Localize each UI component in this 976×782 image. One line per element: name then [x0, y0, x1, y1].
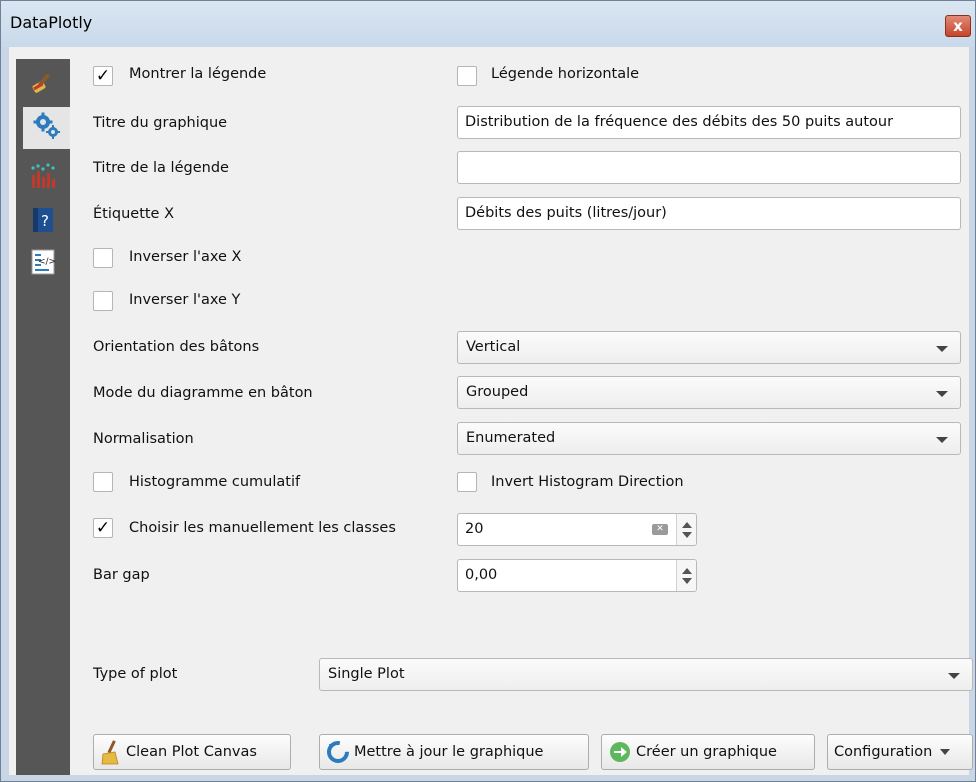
dataplotly-window: DataPlotly x ? </> ✓ Montrer la légende … — [0, 0, 976, 782]
update-plot-label: Mettre à jour le graphique — [354, 744, 544, 760]
style-brush-icon — [30, 69, 56, 99]
sidebar-item-plot[interactable] — [28, 163, 58, 193]
chevron-down-icon — [948, 673, 960, 679]
bar-orientation-value: Vertical — [466, 339, 521, 355]
invert-direction-label: Invert Histogram Direction — [491, 474, 684, 490]
normalization-label: Normalisation — [93, 431, 194, 447]
x-label-input[interactable]: Débits des puits (litres/jour) — [457, 197, 961, 230]
bar-orientation-select[interactable]: Vertical — [457, 331, 961, 364]
close-icon: x — [953, 17, 963, 35]
svg-text:?: ? — [41, 212, 49, 230]
sidebar-item-settings[interactable] — [23, 107, 70, 149]
chevron-down-icon — [940, 749, 951, 755]
window-title: DataPlotly — [10, 13, 93, 32]
clean-plot-canvas-button[interactable]: Clean Plot Canvas — [93, 734, 291, 770]
manual-bins-label: Choisir les manuellement les classes — [129, 520, 396, 536]
show-legend-checkbox[interactable]: ✓ — [93, 66, 113, 86]
invert-direction-checkbox[interactable] — [457, 472, 477, 492]
bar-gap-spinner-buttons[interactable] — [676, 560, 696, 591]
clear-icon[interactable]: ✕ — [652, 524, 668, 535]
configuration-label: Configuration — [834, 744, 933, 760]
clean-plot-canvas-label: Clean Plot Canvas — [126, 744, 257, 760]
legend-title-label: Titre de la légende — [93, 160, 229, 176]
spin-up-icon[interactable] — [682, 568, 692, 574]
bar-gap-value: 0,00 — [465, 567, 498, 583]
spin-down-icon[interactable] — [682, 532, 692, 538]
broom-icon — [100, 739, 122, 765]
invert-y-checkbox[interactable] — [93, 291, 113, 311]
plot-type-select[interactable]: Single Plot — [319, 658, 973, 691]
bar-gap-label: Bar gap — [93, 567, 150, 583]
title-bar: DataPlotly x — [1, 1, 975, 47]
show-legend-label: Montrer la légende — [129, 66, 267, 82]
cumulative-label: Histogramme cumulatif — [129, 474, 301, 490]
normalization-value: Enumerated — [466, 430, 556, 446]
invert-x-checkbox[interactable] — [93, 248, 113, 268]
sidebar-item-style[interactable] — [28, 69, 58, 99]
bins-spinbox[interactable]: 20 ✕ — [457, 513, 697, 546]
plot-type-value: Single Plot — [328, 666, 405, 682]
bar-orientation-label: Orientation des bâtons — [93, 339, 260, 355]
bar-mode-value: Grouped — [466, 384, 529, 400]
sidebar-item-code[interactable]: </> — [28, 249, 58, 279]
svg-text:</>: </> — [38, 257, 56, 267]
sidebar-item-help[interactable]: ? — [28, 207, 58, 237]
plot-type-label: Type of plot — [93, 666, 178, 682]
horizontal-legend-checkbox[interactable] — [457, 66, 477, 86]
arrow-right-circle-icon — [608, 740, 632, 764]
configuration-button[interactable]: Configuration — [827, 734, 973, 770]
invert-y-label: Inverser l'axe Y — [129, 292, 241, 308]
help-icon: ? — [31, 206, 55, 238]
x-label-label: Étiquette X — [93, 206, 175, 222]
manual-bins-checkbox[interactable]: ✓ — [93, 518, 113, 538]
chevron-down-icon — [936, 346, 948, 352]
normalization-select[interactable]: Enumerated — [457, 422, 961, 455]
bar-gap-spinbox[interactable]: 0,00 — [457, 559, 697, 592]
close-button[interactable]: x — [945, 15, 971, 37]
invert-x-label: Inverser l'axe X — [129, 249, 242, 265]
bar-mode-select[interactable]: Grouped — [457, 376, 961, 409]
code-icon: </> — [30, 248, 56, 280]
sidebar: ? </> — [16, 59, 70, 775]
chevron-down-icon — [936, 391, 948, 397]
plot-title-input[interactable]: Distribution de la fréquence des débits … — [457, 106, 961, 139]
cumulative-checkbox[interactable] — [93, 472, 113, 492]
spin-down-icon[interactable] — [682, 578, 692, 584]
bins-spinner-buttons[interactable] — [676, 514, 696, 545]
plot-chart-icon — [29, 162, 57, 194]
create-plot-button[interactable]: Créer un graphique — [601, 734, 815, 770]
chevron-down-icon — [936, 437, 948, 443]
spin-up-icon[interactable] — [682, 522, 692, 528]
refresh-icon — [326, 740, 350, 764]
plot-title-label: Titre du graphique — [93, 115, 228, 131]
update-plot-button[interactable]: Mettre à jour le graphique — [319, 734, 589, 770]
create-plot-label: Créer un graphique — [636, 744, 777, 760]
horizontal-legend-label: Légende horizontale — [491, 66, 640, 82]
legend-title-input[interactable] — [457, 151, 961, 184]
settings-gears-icon — [32, 111, 62, 145]
bins-value: 20 — [465, 521, 484, 537]
bar-mode-label: Mode du diagramme en bâton — [93, 385, 313, 401]
